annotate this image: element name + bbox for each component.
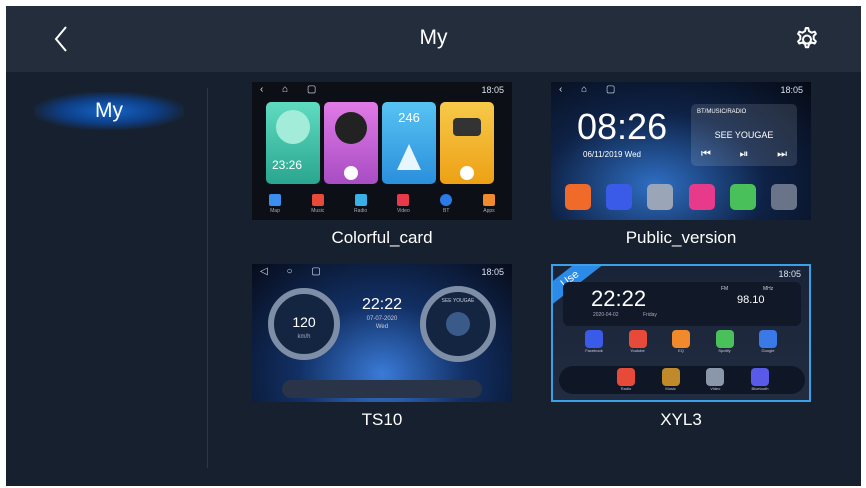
sidebar-item-label: My [95, 99, 123, 122]
sidebar: My [6, 72, 206, 486]
media-gauge: SEE YOUGAE [420, 286, 496, 362]
clock-widget: 23:26 [266, 102, 320, 184]
app-row-1: Facebook Youtube EQ Spotify Google [581, 330, 781, 353]
media-widget: BT/MUSIC/RADIO SEE YOUGAE ⏮ ⏯ ⏭ [691, 104, 797, 166]
top-bar: My [6, 6, 861, 72]
app-row [565, 184, 797, 210]
dock: Map Music Radio Video BT Apps [260, 194, 504, 214]
gear-icon [797, 27, 817, 49]
theme-name: Colorful_card [331, 228, 433, 247]
info-panel: 22:22 2020-04-02 Friday FM MHz 98.10 [563, 282, 801, 326]
radio-widget [440, 102, 494, 184]
clock-text: 08:26 [577, 106, 668, 147]
theme-thumbnail: ‹ ⌂ ▢ 18:05 08:26 06/11/2019 Wed BT/MUSIC… [551, 82, 811, 220]
dock [282, 380, 482, 398]
theme-card-ts10[interactable]: ◁ ○ ▢ 18:05 120 km/h 22:22 07-07-2020 Wed… [252, 264, 512, 434]
theme-thumbnail: ◁ ○ ▢ 18:05 120 km/h 22:22 07-07-2020 Wed… [252, 264, 512, 402]
speed-widget: 246 [382, 102, 436, 184]
theme-card-xyl3[interactable]: Use 18:05 22:22 2020-04-02 Friday FM MHz… [551, 264, 811, 434]
sidebar-divider [207, 88, 208, 468]
app-dock: Radio Music Video Bluetooth [559, 366, 805, 394]
theme-name: TS10 [361, 410, 403, 429]
theme-card-colorful-card[interactable]: ‹ ⌂ ▢ 18:05 23:26 246 Map Music Radio Vi… [252, 82, 512, 252]
settings-button[interactable] [788, 20, 826, 58]
launcher-theme-screen: My My ‹ ⌂ ▢ 18:05 23:26 246 Map Music Ra… [6, 6, 861, 486]
theme-name: XYL3 [660, 410, 702, 429]
sidebar-item-my[interactable]: My [34, 92, 184, 130]
theme-thumbnail: Use 18:05 22:22 2020-04-02 Friday FM MHz… [551, 264, 811, 402]
music-widget [324, 102, 378, 184]
theme-card-public-version[interactable]: ‹ ⌂ ▢ 18:05 08:26 06/11/2019 Wed BT/MUSIC… [551, 82, 811, 252]
page-title: My [419, 26, 448, 49]
theme-thumbnail: ‹ ⌂ ▢ 18:05 23:26 246 Map Music Radio Vi… [252, 82, 512, 220]
speed-gauge: 120 km/h [268, 288, 340, 360]
theme-name: Public_version [625, 228, 737, 247]
